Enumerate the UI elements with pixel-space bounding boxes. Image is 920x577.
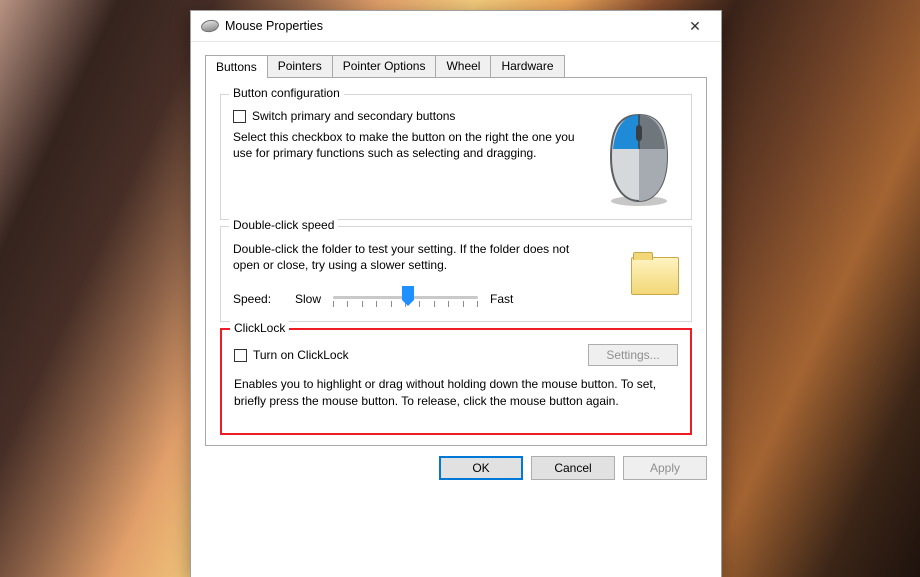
tab-pointers[interactable]: Pointers xyxy=(267,55,333,77)
test-folder-icon[interactable] xyxy=(631,257,679,295)
group-double-click-speed: Double-click speed Double-click the fold… xyxy=(220,226,692,322)
close-button[interactable]: ✕ xyxy=(675,12,715,40)
dialog-button-row: OK Cancel Apply xyxy=(191,446,721,492)
speed-slow-label: Slow xyxy=(295,292,321,306)
apply-button: Apply xyxy=(623,456,707,480)
switch-buttons-row[interactable]: Switch primary and secondary buttons xyxy=(233,109,589,123)
mouse-properties-dialog: Mouse Properties ✕ Buttons Pointers Poin… xyxy=(190,10,722,577)
group-label-button-config: Button configuration xyxy=(229,86,344,100)
group-label-double-click: Double-click speed xyxy=(229,218,338,232)
group-button-configuration: Button configuration Switch primary and … xyxy=(220,94,692,220)
clicklock-row[interactable]: Turn on ClickLock xyxy=(234,348,588,362)
clicklock-settings-button: Settings... xyxy=(588,344,678,366)
cancel-button[interactable]: Cancel xyxy=(531,456,615,480)
tab-body-buttons: Button configuration Switch primary and … xyxy=(205,78,707,446)
double-click-description: Double-click the folder to test your set… xyxy=(233,241,599,273)
mouse-illustration xyxy=(599,109,679,209)
slider-thumb[interactable] xyxy=(402,286,414,306)
tab-pointer-options[interactable]: Pointer Options xyxy=(332,55,437,77)
speed-fast-label: Fast xyxy=(490,292,513,306)
clicklock-label: Turn on ClickLock xyxy=(253,348,349,362)
ok-button[interactable]: OK xyxy=(439,456,523,480)
double-click-speed-slider[interactable] xyxy=(333,287,478,311)
switch-buttons-label: Switch primary and secondary buttons xyxy=(252,109,455,123)
group-label-clicklock: ClickLock xyxy=(230,321,289,335)
tab-buttons[interactable]: Buttons xyxy=(205,55,268,78)
tab-strip: Buttons Pointers Pointer Options Wheel H… xyxy=(205,54,707,78)
clicklock-checkbox[interactable] xyxy=(234,349,247,362)
switch-buttons-description: Select this checkbox to make the button … xyxy=(233,129,589,161)
clicklock-description: Enables you to highlight or drag without… xyxy=(234,376,678,408)
mouse-icon xyxy=(200,18,220,33)
desktop-background: Mouse Properties ✕ Buttons Pointers Poin… xyxy=(0,0,920,577)
group-clicklock: ClickLock Turn on ClickLock Settings... … xyxy=(220,328,692,434)
tab-wheel[interactable]: Wheel xyxy=(435,55,491,77)
tab-hardware[interactable]: Hardware xyxy=(490,55,564,77)
titlebar[interactable]: Mouse Properties ✕ xyxy=(191,11,721,42)
speed-label: Speed: xyxy=(233,292,283,306)
window-title: Mouse Properties xyxy=(219,19,675,33)
switch-buttons-checkbox[interactable] xyxy=(233,110,246,123)
